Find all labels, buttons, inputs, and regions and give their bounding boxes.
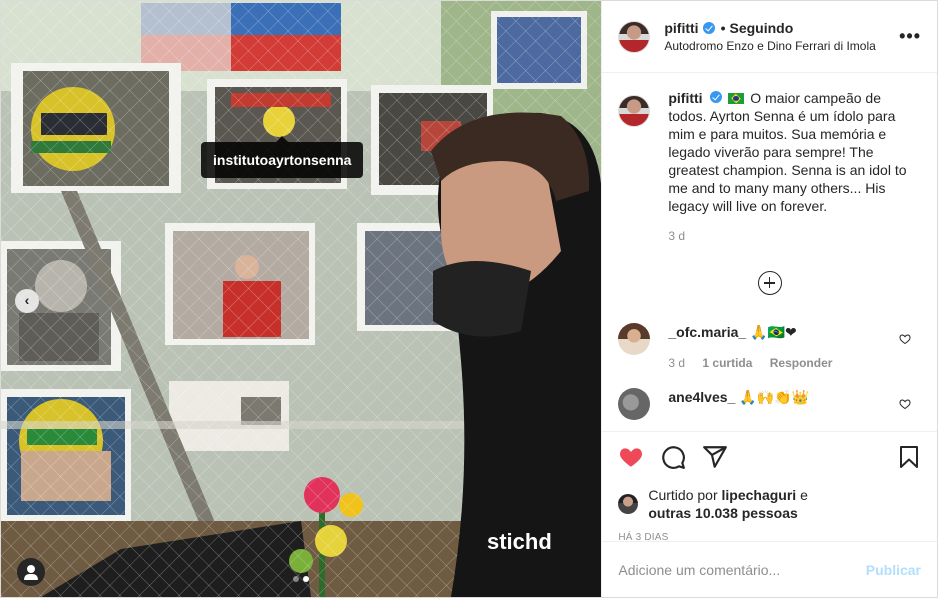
comment-item: ane4lves_ 🙏🙌👏👑 — [618, 388, 921, 420]
post-header: pifitti • Seguindo Autodromo Enzo e Dino… — [602, 1, 937, 73]
verified-badge-icon — [710, 91, 723, 103]
author-username[interactable]: pifitti — [664, 20, 698, 36]
post-photo[interactable]: stichd institutoayrtonsenna ‹ — [1, 1, 602, 597]
comment-icon[interactable] — [660, 444, 686, 470]
caption-username[interactable]: pifitti — [668, 90, 702, 106]
carousel-dot — [293, 576, 299, 582]
like-heart-icon[interactable] — [618, 444, 644, 470]
comment-body: _ofc.maria_ 🙏🇧🇷❤ 3 d 1 curtida Responder — [668, 323, 832, 372]
post-location[interactable]: Autodromo Enzo e Dino Ferrari di Imola — [664, 39, 891, 53]
verified-badge-icon — [702, 22, 715, 34]
liker-avatar[interactable] — [618, 494, 639, 514]
post-actions: Curtido por lipechaguri e outras 10.038 … — [602, 431, 937, 543]
action-icons-row — [618, 442, 921, 472]
user-tag-label[interactable]: institutoayrtonsenna — [201, 136, 364, 178]
comment-avatar[interactable] — [618, 388, 651, 420]
reply-button[interactable]: Responder — [770, 356, 833, 370]
instagram-post-modal: stichd institutoayrtonsenna ‹ pifitti • … — [0, 0, 938, 598]
comments-section: pifitti O maior campeão de todos. Ayrton… — [602, 73, 937, 429]
carousel-dot-active — [303, 576, 309, 582]
add-comment-bar: Publicar — [602, 541, 937, 597]
jacket-logo: stichd — [487, 529, 552, 554]
comment-like-icon[interactable] — [899, 398, 911, 410]
liked-by-and: e — [800, 487, 808, 503]
post-side-panel: pifitti • Seguindo Autodromo Enzo e Dino… — [601, 1, 937, 597]
likes-count[interactable]: outras 10.038 pessoas — [648, 505, 797, 521]
bookmark-icon[interactable] — [897, 444, 921, 470]
header-row: pifitti • Seguindo — [664, 20, 891, 36]
follow-status-button[interactable]: Seguindo — [729, 20, 793, 36]
comment-text: 🙏🇧🇷❤ — [750, 325, 797, 341]
comment-item: _ofc.maria_ 🙏🇧🇷❤ 3 d 1 curtida Responder — [618, 323, 921, 372]
liked-by-user[interactable]: lipechaguri — [722, 487, 797, 503]
carousel-indicator — [293, 576, 309, 582]
carousel-prev-button[interactable]: ‹ — [15, 289, 39, 313]
comment-body: ane4lves_ 🙏🙌👏👑 — [668, 388, 809, 420]
caption-time[interactable]: 3 d — [668, 229, 921, 243]
comment-avatar[interactable] — [618, 323, 651, 355]
separator-dot: • — [720, 20, 726, 36]
header-text: pifitti • Seguindo Autodromo Enzo e Dino… — [664, 20, 891, 53]
load-more-comments-icon[interactable] — [757, 271, 782, 295]
tagged-users-icon[interactable] — [17, 558, 45, 586]
comment-username[interactable]: ane4lves_ — [668, 389, 735, 405]
caption-text: O maior campeão de todos. Ayrton Senna é… — [668, 90, 907, 214]
author-avatar[interactable] — [618, 20, 651, 53]
post-caption: pifitti O maior campeão de todos. Ayrton… — [618, 89, 921, 215]
likes-text: Curtido por lipechaguri e outras 10.038 … — [648, 486, 808, 522]
add-comment-input[interactable] — [618, 561, 866, 578]
likes-summary: Curtido por lipechaguri e outras 10.038 … — [618, 486, 921, 522]
brazil-flag-icon — [728, 93, 745, 104]
comment-time[interactable]: 3 d — [668, 356, 685, 370]
comment-like-icon[interactable] — [899, 333, 911, 345]
comment-likes[interactable]: 1 curtida — [702, 356, 752, 370]
caption-body: pifitti O maior campeão de todos. Ayrton… — [668, 89, 921, 215]
photo-illustration: stichd — [1, 1, 602, 597]
share-icon[interactable] — [702, 444, 728, 470]
more-options-icon[interactable]: ••• — [899, 26, 921, 47]
publish-button[interactable]: Publicar — [866, 562, 921, 578]
liked-by-prefix: Curtido por — [648, 487, 718, 503]
caption-avatar[interactable] — [618, 95, 651, 127]
comment-username[interactable]: _ofc.maria_ — [668, 324, 746, 340]
comment-text: 🙏🙌👏👑 — [739, 390, 809, 406]
comment-meta: 3 d 1 curtida Responder — [668, 354, 832, 372]
